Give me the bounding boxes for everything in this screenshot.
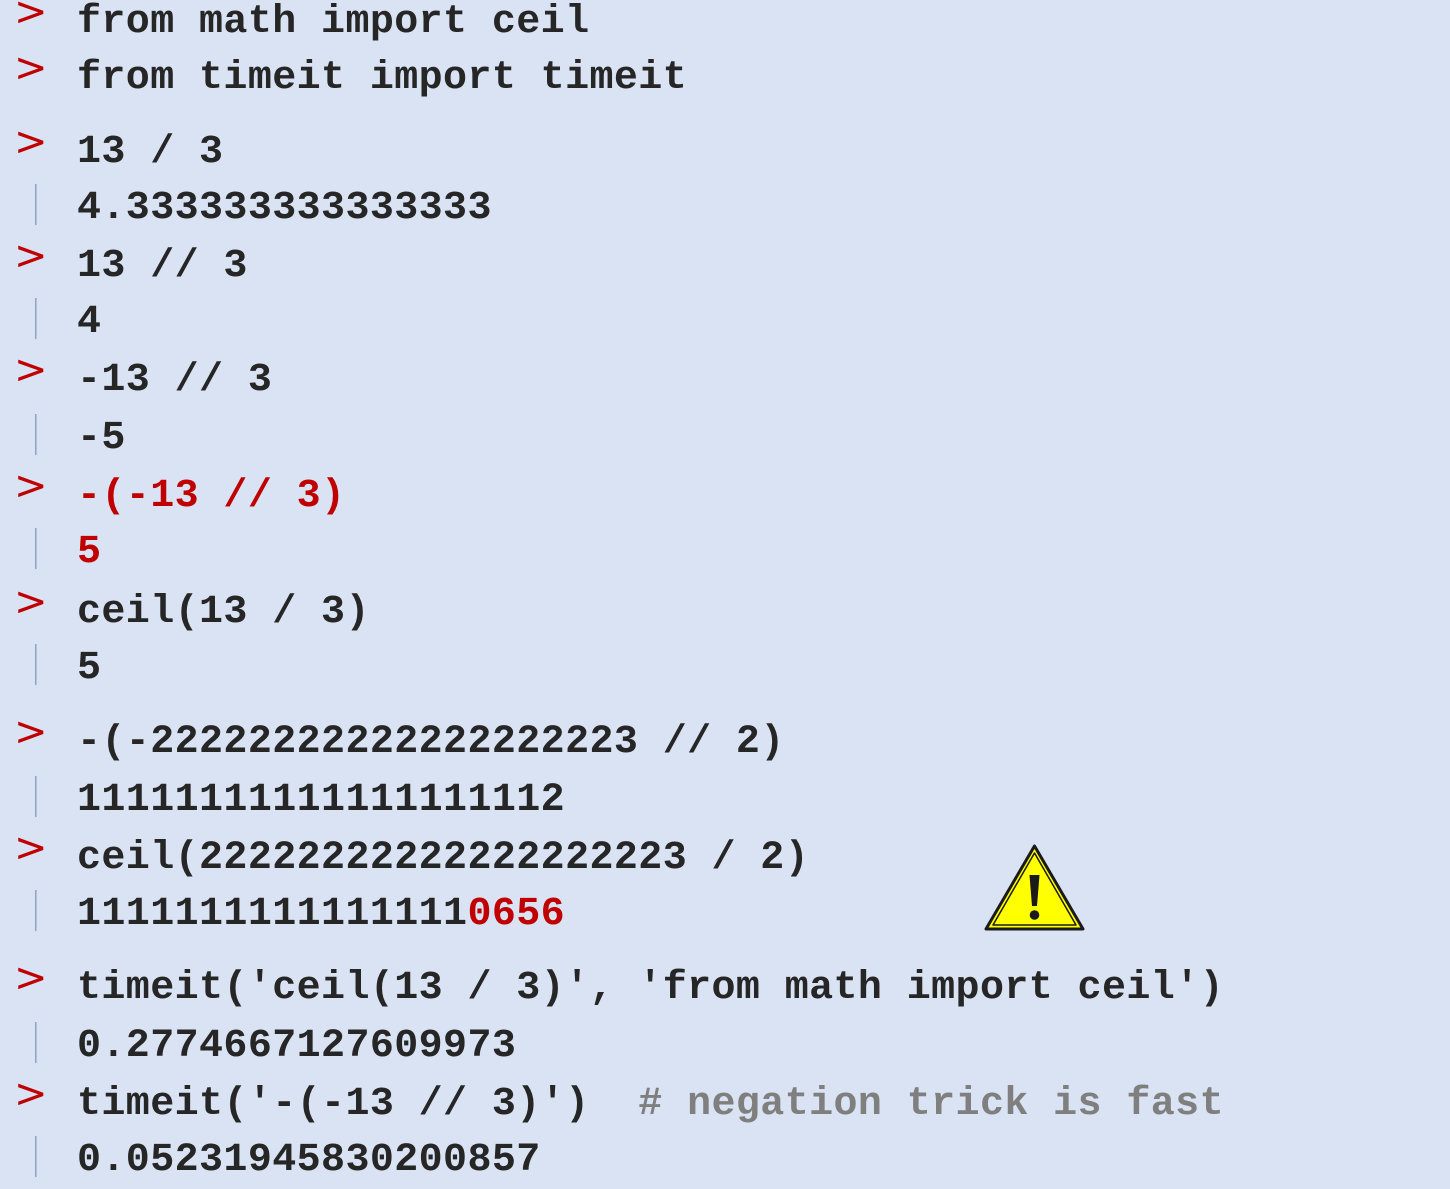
code-text: ceil(22222222222222222223 / 2) bbox=[77, 836, 810, 881]
prompt-marker: > bbox=[14, 347, 48, 393]
prompt-marker: > bbox=[14, 233, 48, 279]
prompt-marker: > bbox=[14, 579, 48, 625]
code-text: -13 // 3 bbox=[77, 358, 273, 403]
code-text: from timeit import timeit bbox=[77, 56, 688, 101]
code-text: 0.05231945830200857 bbox=[77, 1138, 541, 1183]
code-text: -(-22222222222222222223 // 2) bbox=[77, 720, 785, 765]
input-code: from timeit import timeit bbox=[77, 50, 687, 107]
code-text: 1111111111111111 bbox=[77, 892, 468, 937]
code-text: timeit('ceil(13 / 3)', 'from math import… bbox=[77, 966, 1224, 1011]
prompt-marker: > bbox=[14, 119, 48, 165]
console-session: > from math import ceil > from timeit impor… bbox=[0, 0, 1450, 1183]
input-code: timeit('-(-13 // 3)') # negation trick i… bbox=[77, 1076, 1224, 1133]
output-marker: | bbox=[30, 1016, 42, 1064]
prompt-marker: > bbox=[14, 709, 48, 755]
code-text: 13 // 3 bbox=[77, 244, 248, 289]
output-marker: | bbox=[30, 408, 42, 456]
output-marker: | bbox=[30, 638, 42, 686]
input-code: ceil(22222222222222222223 / 2) bbox=[77, 830, 809, 887]
output-value: 5 bbox=[77, 640, 101, 697]
precision-error-digits: 0656 bbox=[467, 892, 566, 937]
code-text: from math import ceil bbox=[77, 0, 590, 45]
output-marker: | bbox=[30, 292, 42, 340]
warning-icon bbox=[984, 844, 1085, 931]
output-value: 4 bbox=[77, 294, 101, 351]
output-value: 5 bbox=[77, 524, 101, 581]
code-text: 11111111111111111112 bbox=[77, 778, 566, 823]
code-text: 5 bbox=[77, 530, 102, 575]
prompt-marker: > bbox=[14, 0, 48, 35]
input-code: -13 // 3 bbox=[77, 352, 272, 409]
code-comment: # negation trick is fast bbox=[589, 1082, 1224, 1127]
output-value: 0.2774667127609973 bbox=[77, 1018, 516, 1075]
output-marker: | bbox=[30, 522, 42, 570]
output-value: 4.333333333333333 bbox=[77, 180, 492, 237]
code-text: -5 bbox=[77, 416, 126, 461]
output-marker: | bbox=[30, 178, 42, 226]
prompt-marker: > bbox=[14, 955, 48, 1001]
code-text: 5 bbox=[77, 646, 102, 691]
code-text: timeit('-(-13 // 3)') bbox=[77, 1082, 590, 1127]
input-code: 13 // 3 bbox=[77, 238, 248, 295]
code-text: 4.333333333333333 bbox=[77, 186, 492, 231]
code-text: 0.2774667127609973 bbox=[77, 1024, 517, 1069]
input-code: 13 / 3 bbox=[77, 124, 223, 181]
input-code: ceil(13 / 3) bbox=[77, 584, 370, 641]
prompt-marker: > bbox=[14, 463, 48, 509]
prompt-marker: > bbox=[14, 825, 48, 871]
output-value: 0.05231945830200857 bbox=[77, 1132, 541, 1189]
input-code: -(-13 // 3) bbox=[77, 468, 345, 525]
prompt-marker: > bbox=[14, 45, 48, 91]
output-value: 11111111111111110656 bbox=[77, 886, 565, 943]
output-marker: | bbox=[30, 770, 42, 818]
output-marker: | bbox=[30, 884, 42, 932]
output-value: -5 bbox=[77, 410, 126, 467]
code-text: ceil(13 / 3) bbox=[77, 590, 370, 635]
output-value: 11111111111111111112 bbox=[77, 772, 565, 829]
output-marker: | bbox=[30, 1130, 42, 1178]
input-code: -(-22222222222222222223 // 2) bbox=[77, 714, 785, 771]
code-text: 13 / 3 bbox=[77, 130, 224, 175]
input-code: from math import ceil bbox=[77, 0, 589, 51]
prompt-marker: > bbox=[14, 1071, 48, 1117]
input-code: timeit('ceil(13 / 3)', 'from math import… bbox=[77, 960, 1224, 1017]
code-text: -(-13 // 3) bbox=[77, 474, 346, 519]
code-text: 4 bbox=[77, 300, 102, 345]
